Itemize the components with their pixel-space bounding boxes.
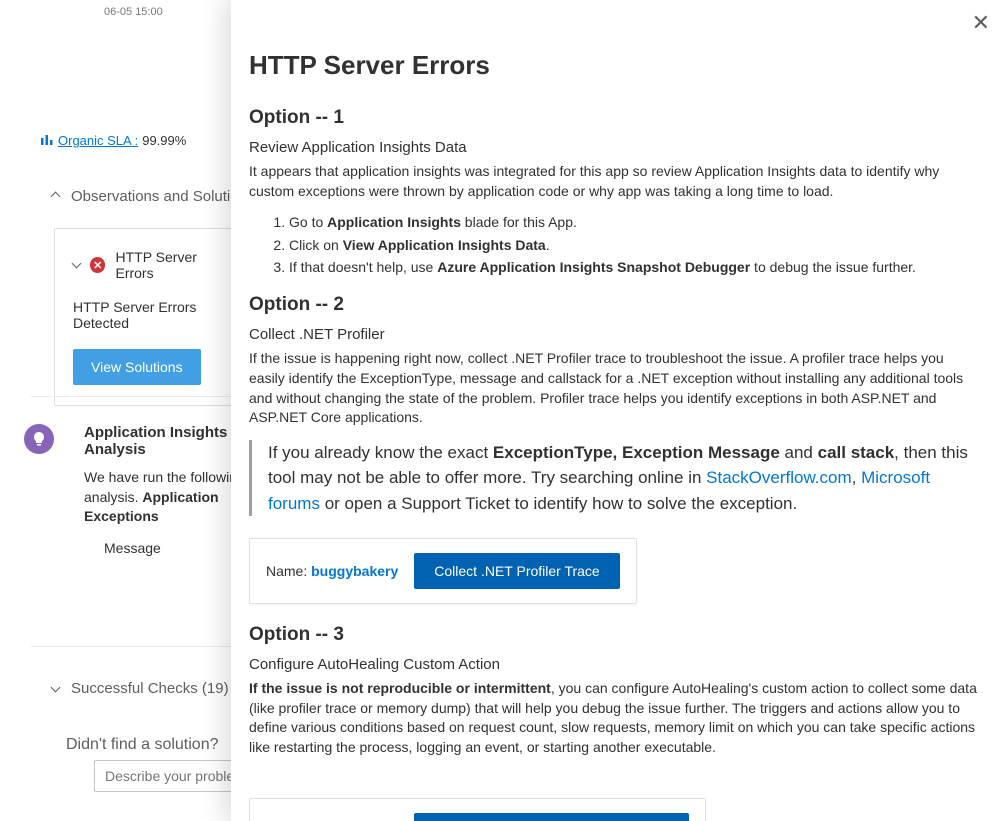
divider (31, 646, 260, 647)
solutions-panel: ✕ HTTP Server Errors Option -- 1 Review … (231, 0, 1000, 821)
view-solutions-button[interactable]: View Solutions (73, 349, 201, 385)
divider (31, 396, 260, 397)
profiler-action-box: Name: buggybakery Collect .NET Profiler … (249, 538, 637, 604)
option-3-heading: Option -- 3 (249, 624, 982, 646)
message-column-header: Message (104, 540, 161, 556)
error-icon: ✕ (90, 257, 105, 273)
background-content: 06-05 15:00 Organic SLA : 99.99% Observa… (0, 0, 260, 821)
profiler-name-label: Name: buggybakery (266, 563, 398, 579)
sla-value: 99.99% (142, 133, 186, 148)
configure-autoheal-button[interactable]: Configure AutoHealing Custom Action (414, 813, 688, 821)
bar-chart-icon (40, 132, 54, 149)
successful-checks-header[interactable]: Successful Checks (19) (52, 680, 229, 697)
stackoverflow-link[interactable]: StackOverflow.com (706, 468, 852, 487)
describe-problem-input[interactable] (94, 760, 254, 792)
close-icon[interactable]: ✕ (972, 10, 990, 36)
option-3-body: If the issue is not reproducible or inte… (249, 679, 982, 757)
step-1: Go to Application Insights blade for thi… (289, 211, 982, 233)
step-2: Click on View Application Insights Data. (289, 234, 982, 256)
option-1-body: It appears that application insights was… (249, 162, 982, 201)
no-solution-text: Didn't find a solution? (66, 736, 218, 754)
lightbulb-icon (24, 424, 54, 454)
option-2-subtitle: Collect .NET Profiler (249, 326, 982, 343)
chart-time-tick: 06-05 15:00 (104, 6, 163, 18)
option-2-quote: If you already know the exact ExceptionT… (249, 440, 982, 517)
error-title: HTTP Server Errors (115, 249, 235, 281)
observations-label: Observations and Solutions (71, 188, 254, 205)
option-1-subtitle: Review Application Insights Data (249, 139, 982, 156)
error-card: ✕ HTTP Server Errors HTTP Server Errors … (54, 228, 254, 406)
chevron-up-icon (51, 192, 61, 202)
option-3-subtitle: Configure AutoHealing Custom Action (249, 656, 982, 673)
panel-title: HTTP Server Errors (249, 50, 982, 81)
option-1-steps: Go to Application Insights blade for thi… (289, 211, 982, 278)
autoheal-action-box: Name: buggybakery Configure AutoHealing … (249, 798, 706, 821)
error-subtitle: HTTP Server Errors Detected (73, 299, 235, 331)
sla-row: Organic SLA : 99.99% (40, 132, 186, 149)
chevron-down-icon (51, 682, 61, 692)
step-3: If that doesn't help, use Azure Applicat… (289, 256, 982, 278)
collect-profiler-button[interactable]: Collect .NET Profiler Trace (414, 553, 619, 589)
option-2-heading: Option -- 2 (249, 294, 982, 316)
organic-sla-link[interactable]: Organic SLA : (58, 133, 138, 148)
observations-header[interactable]: Observations and Solutions (52, 188, 254, 205)
successful-checks-label: Successful Checks (19) (71, 680, 229, 697)
option-2-body: If the issue is happening right now, col… (249, 349, 982, 427)
chevron-down-icon[interactable] (72, 259, 82, 269)
option-1-heading: Option -- 1 (249, 107, 982, 129)
